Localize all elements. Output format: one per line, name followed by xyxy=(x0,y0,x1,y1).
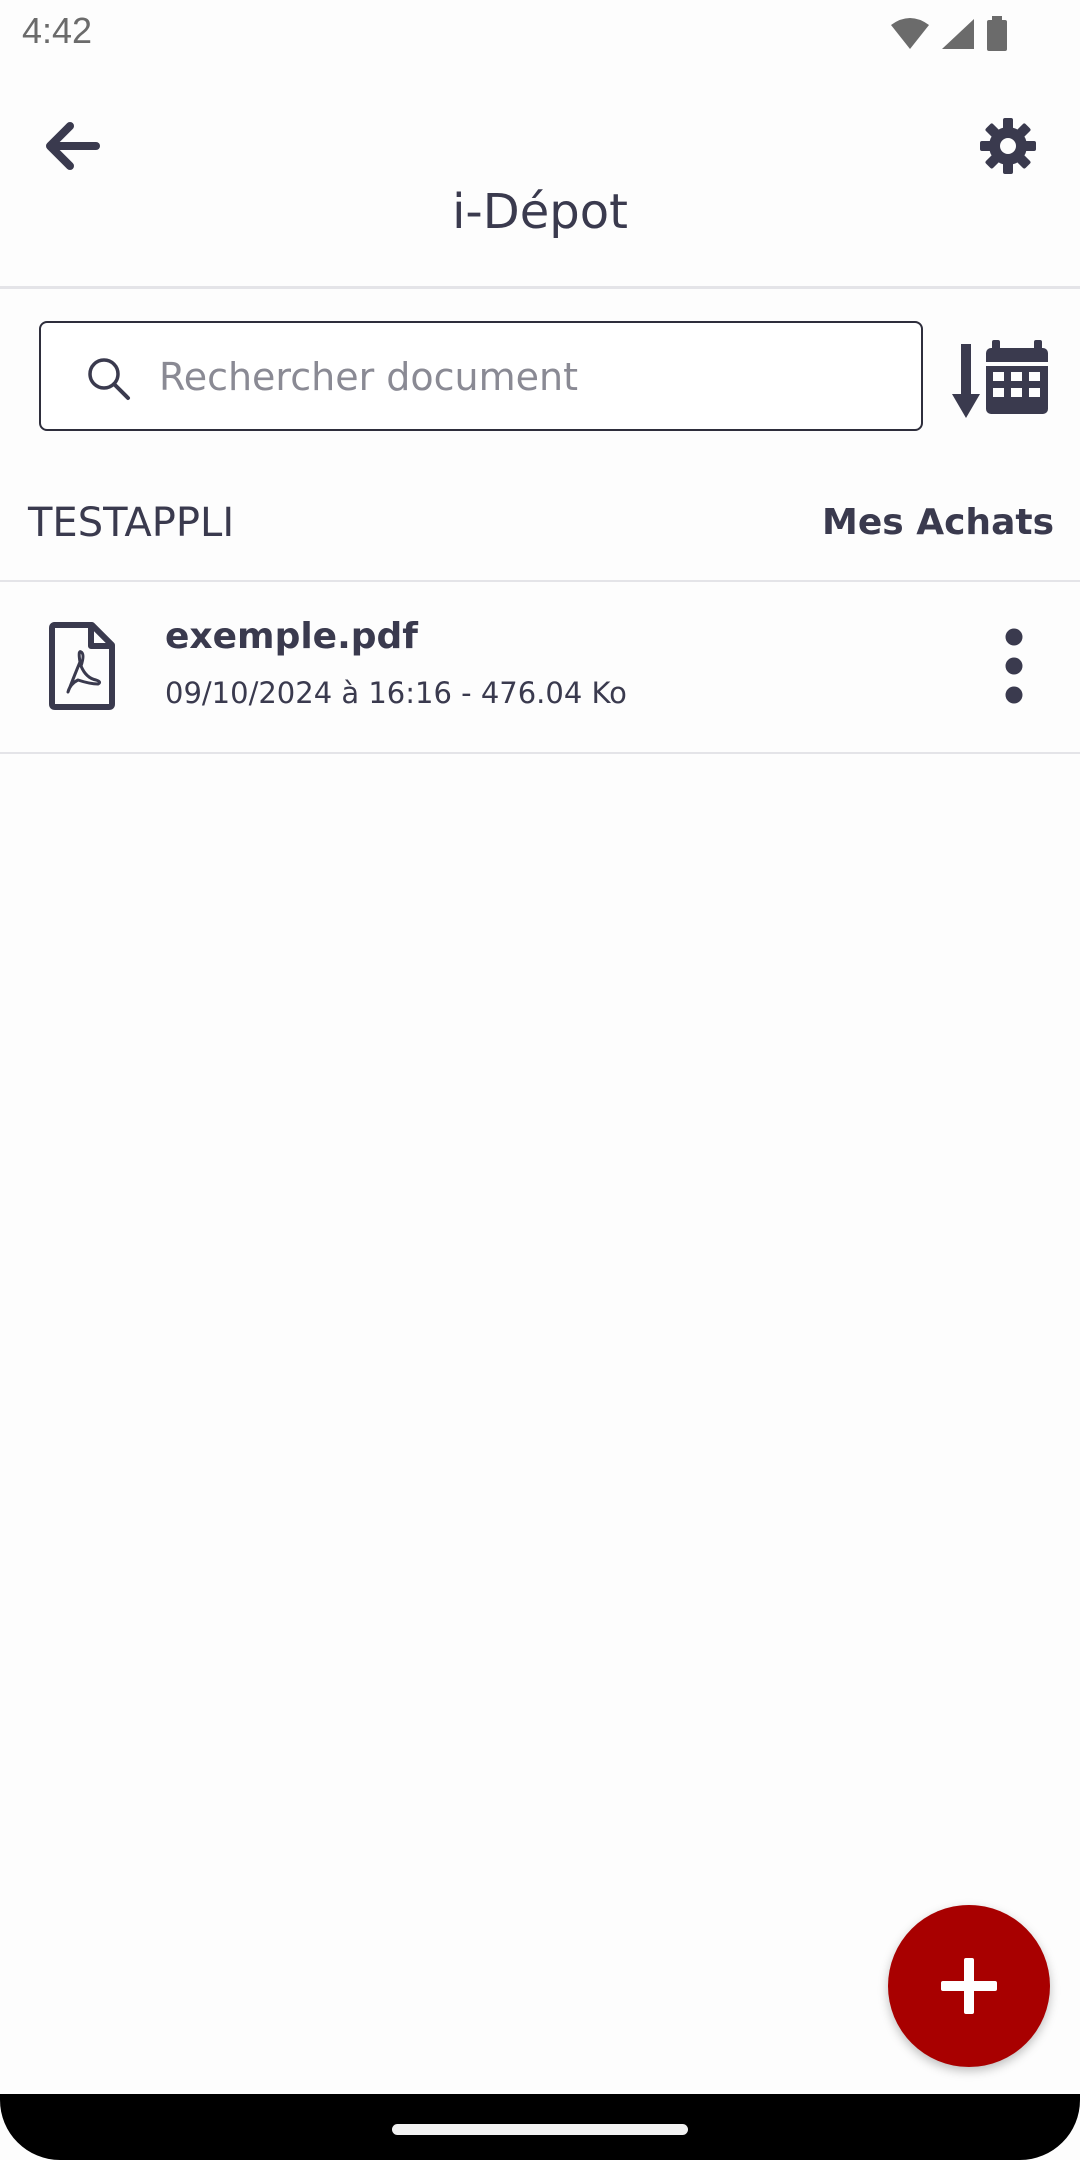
settings-button[interactable] xyxy=(966,104,1050,188)
status-bar: 4:42 xyxy=(0,0,1080,66)
status-icons xyxy=(890,14,1008,54)
back-button[interactable] xyxy=(30,104,114,188)
home-gesture-handle[interactable] xyxy=(392,2124,688,2135)
search-input[interactable] xyxy=(157,333,901,421)
status-time: 4:42 xyxy=(22,10,93,51)
arrow-left-icon xyxy=(46,122,100,170)
mes-achats-link[interactable]: Mes Achats xyxy=(822,502,1054,543)
cellular-signal-icon xyxy=(942,19,974,49)
gear-icon xyxy=(980,118,1036,174)
more-vertical-icon xyxy=(1005,628,1023,704)
file-row[interactable]: exemple.pdf 09/10/2024 à 16:16 - 476.04 … xyxy=(0,582,1080,754)
file-meta: 09/10/2024 à 16:16 - 476.04 Ko xyxy=(165,676,627,710)
pdf-file-icon xyxy=(49,622,115,710)
file-name: exemple.pdf xyxy=(165,616,418,657)
wifi-icon xyxy=(891,18,929,49)
search-box xyxy=(39,321,923,431)
page-title: i-Dépot xyxy=(452,184,628,240)
system-navigation-bar xyxy=(0,2094,1080,2160)
add-document-button[interactable] xyxy=(888,1905,1050,2067)
sort-by-date-icon xyxy=(952,340,1048,418)
sort-by-date-button[interactable] xyxy=(952,336,1052,426)
file-more-options-button[interactable] xyxy=(984,626,1044,710)
search-icon xyxy=(88,358,130,400)
battery-icon xyxy=(987,16,1007,51)
plus-icon xyxy=(941,1958,997,2014)
screen: 4:42 i-Dépot Rechercher document TESTAPP… xyxy=(0,0,1080,2160)
section-header: TESTAPPLI Mes Achats xyxy=(0,470,1080,582)
app-header: i-Dépot xyxy=(0,66,1080,289)
section-title: TESTAPPLI xyxy=(28,500,235,546)
